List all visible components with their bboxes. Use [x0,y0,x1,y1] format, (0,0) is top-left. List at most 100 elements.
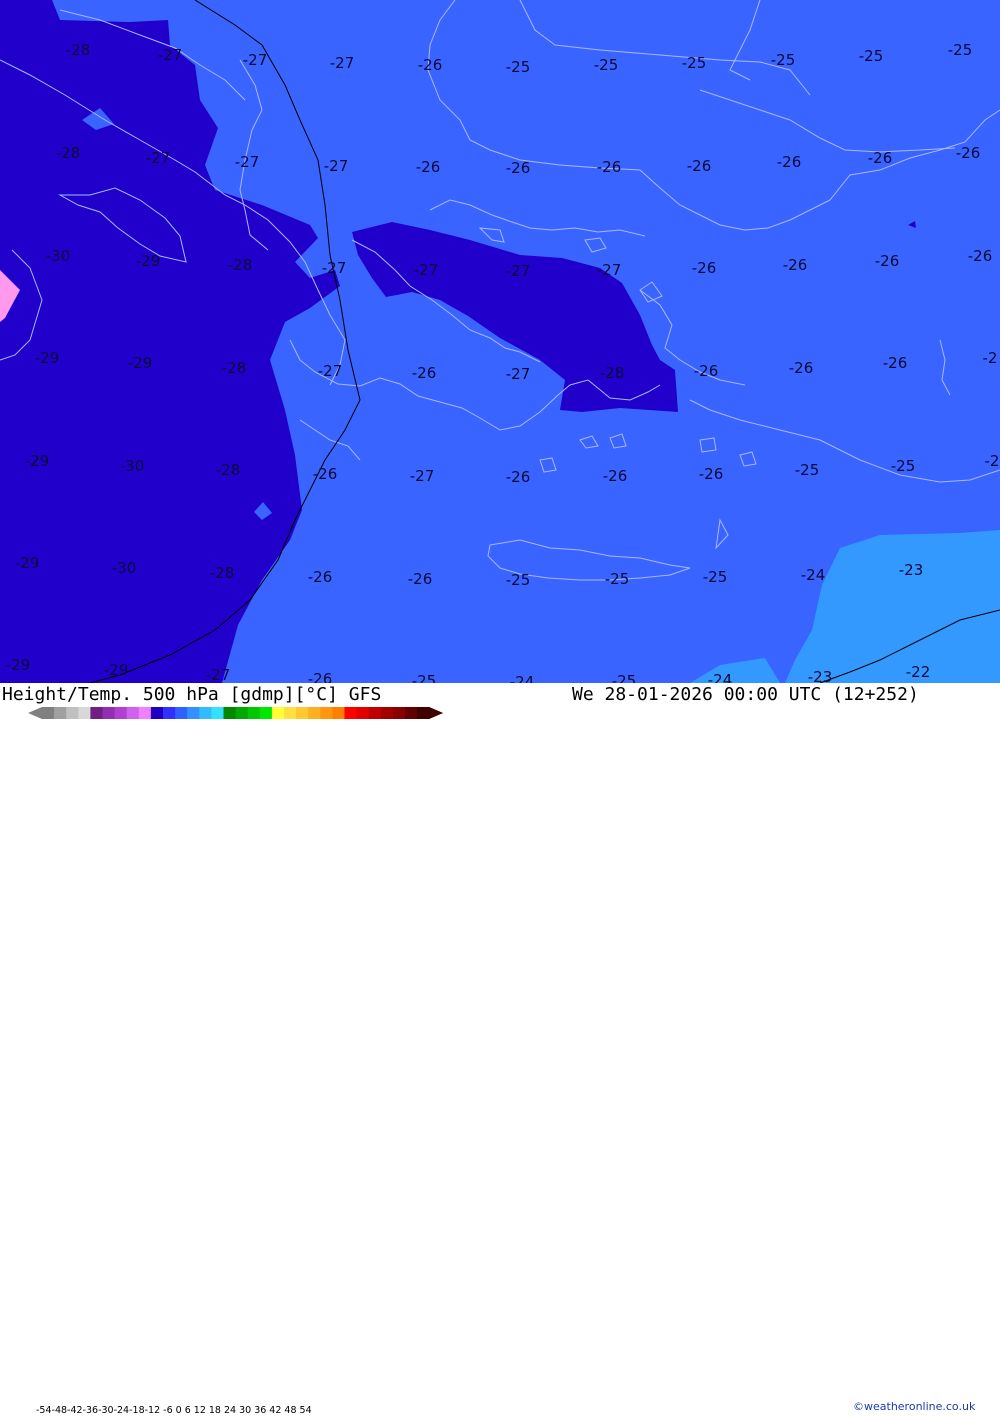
contour-label: -26 [868,149,893,167]
scale-cell [259,707,273,719]
contour-label: -25 [612,672,637,683]
contour-label: -2 [985,452,1000,470]
scale-cell [102,707,116,719]
scale-cell [175,707,188,719]
contour-label: -30 [46,247,71,265]
footer-bar: Height/Temp. 500 hPa [gdmp][°C] GFS We 2… [0,683,1000,1416]
contour-label: -28 [216,461,241,479]
contour-label: -26 [692,259,717,277]
scale-cell [392,707,406,719]
contour-label: -30 [112,559,137,577]
contour-label: -25 [594,56,619,74]
scale-cell [150,707,164,719]
contour-label: -27 [506,365,531,383]
contour-label: -23 [808,668,833,683]
contour-label: -26 [506,468,531,486]
scale-cell [42,707,55,719]
scale-cell [284,707,297,719]
scale-cell [380,707,394,719]
contour-label: -23 [899,561,924,579]
contour-label: -27 [410,467,435,485]
contour-label: -27 [235,153,260,171]
contour-label: -27 [322,259,347,277]
contour-label: -25 [703,568,728,586]
contour-label: -28 [210,564,235,582]
contour-label: -28 [66,41,91,59]
contour-label: -26 [308,568,333,586]
scale-arrow-left [28,707,42,719]
scale-cell [308,707,321,719]
contour-label: -27 [206,666,231,683]
contour-label: -26 [956,144,981,162]
scale-cell [271,707,285,719]
contour-label: -28 [228,256,253,274]
contour-label: -26 [777,153,802,171]
scale-cell [223,707,237,719]
scale-cell [405,707,418,719]
contour-label: -25 [859,47,884,65]
scale-cell [211,707,224,719]
contour-label: -29 [25,452,50,470]
scale-cell [90,707,103,719]
color-scale [28,707,444,719]
scale-cell [163,707,176,719]
contour-label: -27 [414,261,439,279]
contour-label: -29 [35,349,60,367]
scale-cell [235,707,249,719]
contour-label: -27 [324,157,349,175]
temperature-map: -28 -27 -27 -27 -26 -25 -25 -25 -25 -25 -25 -28 -27 -… [0,0,1000,683]
scale-cell [356,707,370,719]
contour-label: -30 [120,457,145,475]
scale-cell [126,707,140,719]
title-right: We 28-01-2026 00:00 UTC (12+252) [572,684,919,705]
scale-cell [78,707,91,719]
contour-label: -29 [104,661,129,679]
contour-label: -26 [883,354,908,372]
scale-cell [247,707,261,719]
contour-label: -26 [968,247,993,265]
contour-label: -26 [699,465,724,483]
scale-arrow-right [429,707,444,719]
title-left: Height/Temp. 500 hPa [gdmp][°C] GFS [2,684,382,705]
scale-cell [187,707,200,719]
contour-label: -29 [136,252,161,270]
contour-label: -26 [694,362,719,380]
scale-cell [138,707,152,719]
contour-label: -25 [506,58,531,76]
contour-label: -26 [308,670,333,683]
contour-label: -22 [906,663,931,681]
contour-label: -28 [222,359,247,377]
contour-label: -26 [603,467,628,485]
contour-label: -27 [597,261,622,279]
contour-label: -28 [600,364,625,382]
scale-cell [320,707,333,719]
contour-label: -26 [875,252,900,270]
contour-label: -26 [416,158,441,176]
contour-label: -25 [795,461,820,479]
scale-cell [296,707,309,719]
contour-label: -25 [771,51,796,69]
contour-label: -24 [510,673,535,683]
contour-label: -27 [158,46,183,64]
contour-label: -25 [948,41,973,59]
contour-label: -2 [983,349,998,367]
contour-label: -26 [418,56,443,74]
credit: ©weatheronline.co.uk [853,1400,976,1413]
contour-label: -26 [597,158,622,176]
contour-label: -25 [682,54,707,72]
contour-label: -25 [605,570,630,588]
scale-cell [368,707,382,719]
scale-cell [344,707,358,719]
contour-label: -29 [128,354,153,372]
scale-cell [199,707,212,719]
contour-label: -24 [801,566,826,584]
contour-label: -25 [506,571,531,589]
contour-label: -26 [313,465,338,483]
contour-label: -27 [330,54,355,72]
contour-label: -29 [15,554,40,572]
color-scale-ticks: -54-48-42-36-30-24-18-12 -6 0 6 12 18 24… [36,1405,312,1416]
contour-label: -28 [56,144,81,162]
contour-label: -27 [243,51,268,69]
contour-label: -26 [506,159,531,177]
contour-label: -24 [708,671,733,683]
